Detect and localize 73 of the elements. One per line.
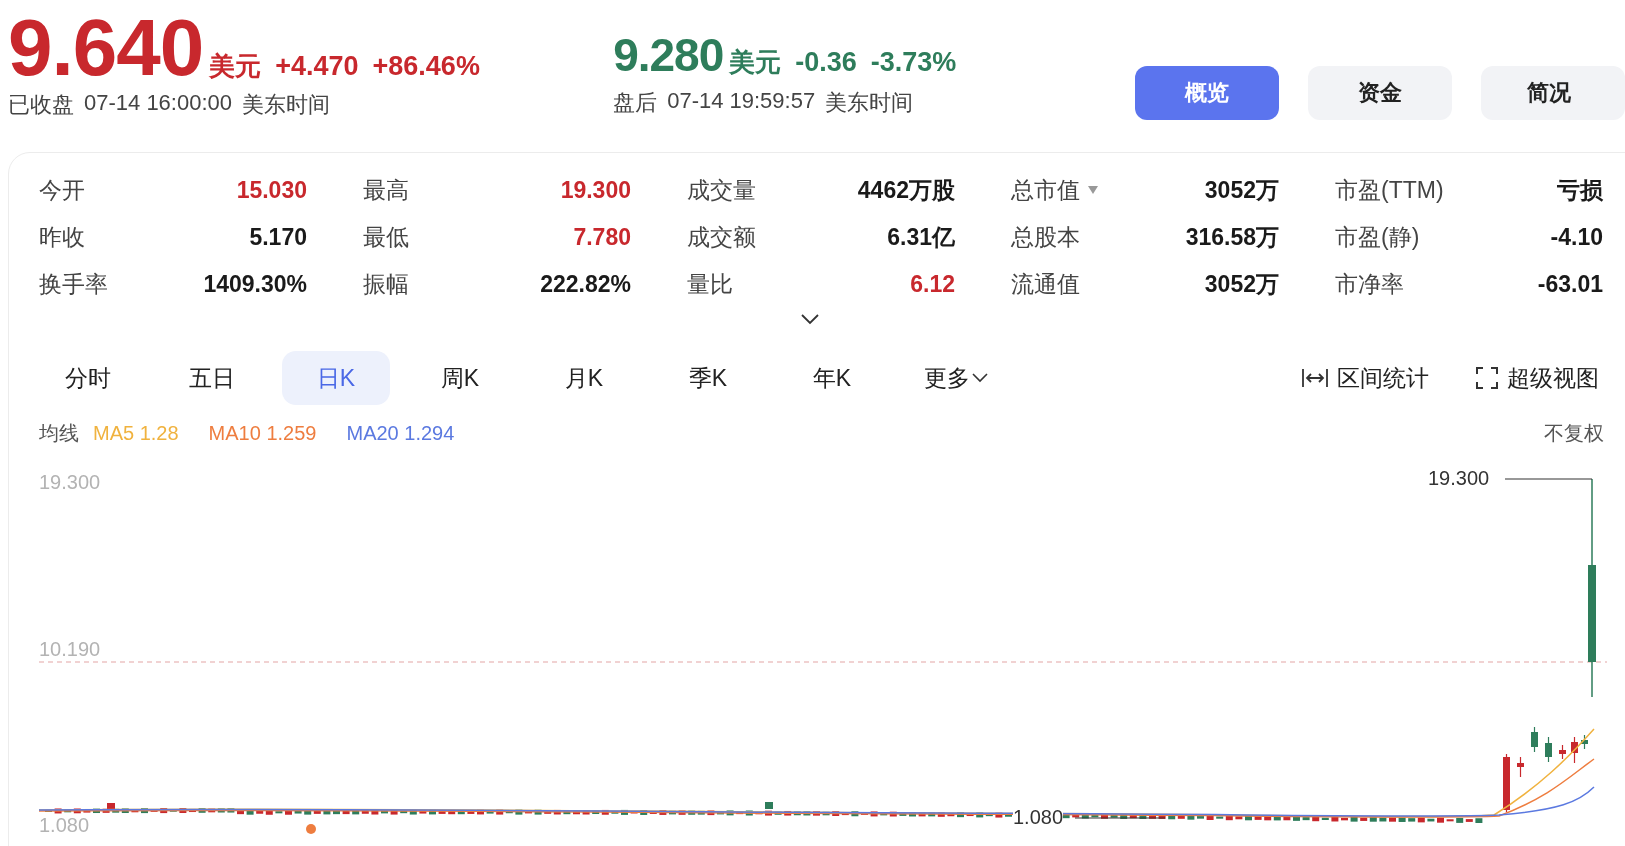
timezone-label: 美东时间 [242,91,331,119]
stat-value: 7.780 [573,223,631,252]
stat-value: 6.31亿 [887,223,955,252]
stat-value: -4.10 [1550,223,1603,252]
stat-label: 振幅 [363,270,409,299]
stat-value: 222.82% [540,270,631,299]
change-percent: +86.46% [372,51,480,82]
axis-label: 1.080 [39,814,90,837]
range-arrows-icon[interactable] [1301,367,1329,389]
timestamp: 07-14 19:59:57 [667,88,816,115]
chart-tab[interactable]: 周K [406,351,514,405]
high-price-label: 19.300 [1428,467,1490,490]
chart-tab[interactable]: 月K [530,351,638,405]
stat-label: 最低 [363,223,409,252]
stat-value: 6.12 [910,270,955,299]
stat-value: 15.030 [236,176,307,205]
chart-tab[interactable]: 年K [778,351,886,405]
change-value: +4.470 [275,51,359,82]
stat-label: 最高 [363,176,409,205]
stat-value: -63.01 [1537,270,1603,299]
low-price-label: 1.080 [1013,807,1064,827]
fullscreen-icon[interactable] [1475,366,1499,390]
stat-value: 3052万 [1204,176,1279,205]
stat-label: 市盈(TTM) [1335,176,1444,205]
stat-label: 今开 [39,176,85,205]
chart-tab[interactable]: 季K [654,351,762,405]
change-value: -0.36 [795,47,857,78]
status-label: 已收盘 [8,91,74,119]
chart-tool-button[interactable]: 区间统计 [1301,351,1429,405]
price-value: 9.280 [613,30,724,80]
stat-label: 成交额 [687,223,756,252]
chart-tab[interactable]: 日K [282,351,390,405]
status-label: 盘后 [613,89,658,117]
stat-label: 昨收 [39,223,85,252]
stat-label: 成交量 [687,176,756,205]
stat-value: 19.300 [560,176,631,205]
stat-label: 市盈(静) [1335,223,1420,252]
timestamp: 07-14 16:00:00 [84,90,233,117]
moving-average-label: MA5 1.28 [93,422,179,445]
moving-average-label: MA10 1.259 [208,422,317,445]
currency-label: 美元 [729,46,782,79]
stat-label: 流通值 [1011,270,1080,299]
nav-tab[interactable]: 简况 [1481,66,1625,120]
axis-label: 10.190 [39,638,101,661]
timezone-label: 美东时间 [825,89,914,117]
stat-value: 3052万 [1204,270,1279,299]
stat-value: 4462万股 [857,176,955,205]
moving-average-label: MA20 1.294 [346,422,455,445]
price-value: 9.640 [8,8,204,88]
stat-label: 总市值 [1011,176,1080,205]
stat-value: 316.58万 [1185,223,1279,252]
chart-tab[interactable]: 更多 [902,351,1010,405]
axis-label: 19.300 [39,471,101,494]
chevron-down-icon[interactable] [972,373,988,383]
marker-dot [306,824,316,834]
chart-tab[interactable]: 分时 [34,351,142,405]
stat-label: 换手率 [39,270,108,299]
dropdown-caret-icon[interactable] [1088,186,1098,194]
currency-label: 美元 [209,50,262,83]
chart-tab[interactable]: 五日 [158,351,266,405]
nav-tab[interactable]: 资金 [1308,66,1452,120]
stat-value: 1409.30% [203,270,307,299]
stat-label: 市净率 [1335,270,1404,299]
price-adjustment-label: 不复权 [1544,421,1604,446]
stat-value: 亏损 [1557,176,1603,205]
stat-value: 5.170 [249,223,307,252]
expand-chevron-icon[interactable] [800,313,820,325]
stat-label: 量比 [687,270,733,299]
legend-label: 均线 [39,421,79,446]
stat-label: 总股本 [1011,223,1080,252]
nav-tab[interactable]: 概览 [1135,66,1279,120]
chart-tool-button[interactable]: 超级视图 [1475,351,1599,405]
change-percent: -3.73% [870,47,957,78]
